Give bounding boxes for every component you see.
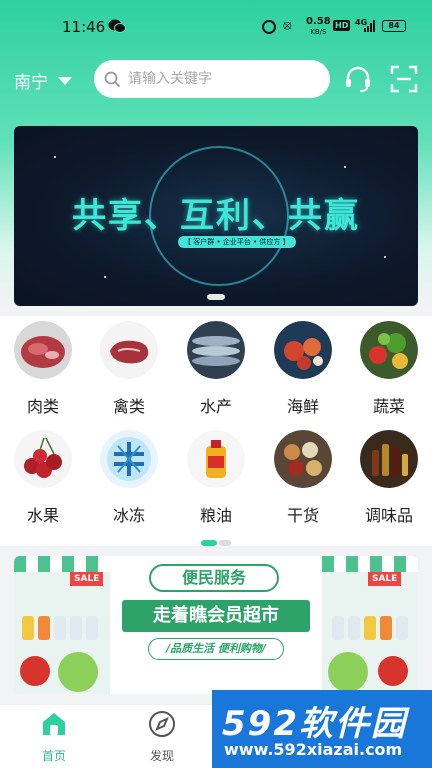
- hd-badge: HD: [333, 20, 351, 31]
- category-meat[interactable]: 肉类: [3, 321, 83, 417]
- discover-icon: [149, 711, 175, 737]
- category-poultry[interactable]: 禽类: [89, 321, 169, 417]
- jar-illustration: [396, 616, 408, 640]
- category-label: 蔬菜: [372, 397, 405, 416]
- category-label: 肉类: [26, 397, 59, 416]
- search-input[interactable]: [128, 71, 318, 87]
- category-seasoning[interactable]: 调味品: [349, 430, 429, 526]
- promo-title: 便民服务: [149, 564, 279, 592]
- search-icon: [104, 71, 120, 87]
- status-time: 11:46: [62, 18, 106, 36]
- category-label: 水果: [26, 506, 59, 525]
- awning-illustration: [322, 556, 418, 572]
- banner-star: [104, 276, 106, 278]
- banner-title: 共享、互利、共赢: [72, 196, 360, 236]
- jar-illustration: [332, 616, 344, 640]
- category-label: 调味品: [364, 506, 413, 525]
- jar-illustration: [22, 616, 34, 640]
- shelf-illustration: SALE: [322, 556, 418, 694]
- home-icon: [43, 713, 65, 735]
- jar-illustration: [38, 616, 50, 640]
- pager-dot-active: [201, 540, 217, 546]
- scan-icon[interactable]: [389, 64, 419, 94]
- banner-star: [384, 256, 386, 258]
- seasoning-image: [360, 430, 418, 488]
- promo-subtitle: /品质生活 便利购物/: [148, 638, 284, 660]
- city-selector[interactable]: 南宁: [14, 68, 72, 93]
- jar-illustration: [348, 616, 360, 640]
- dried-goods-image: [274, 430, 332, 488]
- jar-illustration: [86, 616, 98, 640]
- pager-dot: [219, 540, 231, 546]
- category-grid: 肉类 禽类 水产 海鲜 蔬菜 水果 冰冻 粮油 干货 调味品: [0, 316, 432, 546]
- category-grain-oil[interactable]: 粮油: [176, 430, 256, 526]
- frozen-image: [100, 430, 158, 488]
- tomato-illustration: [20, 656, 50, 686]
- jar-illustration: [54, 616, 66, 640]
- category-pager: [201, 540, 231, 546]
- category-label: 粮油: [199, 506, 232, 525]
- promo-banner[interactable]: 共享、互利、共赢 【 客户群 • 企业平台 • 供应方 】: [14, 126, 418, 306]
- category-dried-goods[interactable]: 干货: [263, 430, 343, 526]
- category-frozen[interactable]: 冰冻: [89, 430, 169, 526]
- seafood-image: [274, 321, 332, 379]
- jar-illustration: [70, 616, 82, 640]
- banner-indicator: [207, 294, 225, 300]
- signal-icon: [364, 20, 375, 32]
- grain-oil-image: [187, 430, 245, 488]
- net-speed-unit: KB/S: [310, 28, 327, 36]
- search-bar[interactable]: [94, 60, 330, 98]
- nav-label: 首页: [41, 749, 66, 763]
- promo-headline: 走着瞧会员超市: [122, 600, 310, 632]
- net-speed-value: 0.58: [306, 16, 331, 27]
- alarm-icon: [262, 20, 276, 34]
- status-bar: 11:46 ⦻ 0.58 KB/S HD 4G 84: [0, 0, 432, 52]
- aquatic-image: [187, 321, 245, 379]
- nav-discover[interactable]: 发现: [132, 709, 192, 764]
- category-seafood[interactable]: 海鲜: [263, 321, 343, 417]
- banner-subtitle: 【 客户群 • 企业平台 • 供应方 】: [178, 236, 296, 248]
- shelf-illustration: SALE: [14, 556, 110, 694]
- tomato-illustration: [378, 656, 408, 686]
- cabbage-illustration: [58, 652, 98, 692]
- category-vegetable[interactable]: 蔬菜: [349, 321, 429, 417]
- headset-icon[interactable]: [343, 64, 373, 94]
- watermark-title: 592软件园: [222, 704, 407, 744]
- banner-star: [54, 156, 56, 158]
- category-label: 水产: [199, 397, 232, 416]
- wechat-icon: [108, 19, 126, 33]
- vegetable-image: [360, 321, 418, 379]
- mute-icon: ⦻: [283, 18, 292, 33]
- jar-illustration: [364, 616, 376, 640]
- category-aquatic[interactable]: 水产: [176, 321, 256, 417]
- nav-home[interactable]: 首页: [24, 709, 84, 764]
- jar-illustration: [380, 616, 392, 640]
- poultry-image: [100, 321, 158, 379]
- sale-tag: SALE: [368, 572, 402, 586]
- site-watermark: 592软件园 www.592xiazai.com: [212, 690, 432, 768]
- awning-illustration: [14, 556, 110, 572]
- category-label: 冰冻: [112, 506, 145, 525]
- battery-icon: 84: [382, 20, 406, 32]
- cabbage-illustration: [328, 652, 368, 692]
- city-label: 南宁: [14, 73, 48, 93]
- chevron-down-icon: [58, 76, 72, 85]
- category-label: 禽类: [112, 397, 145, 416]
- banner-star: [344, 166, 346, 168]
- meat-image: [14, 321, 72, 379]
- category-label: 海鲜: [286, 397, 319, 416]
- category-label: 干货: [286, 506, 319, 525]
- category-fruit[interactable]: 水果: [3, 430, 83, 526]
- sale-tag: SALE: [70, 572, 104, 586]
- promo-card[interactable]: SALE SALE 便民服务 走着瞧会员超市 /品质生活 便利购物/: [14, 556, 418, 694]
- net-speed: 0.58 KB/S: [306, 17, 331, 37]
- watermark-url: www.592xiazai.com: [224, 740, 403, 759]
- fruit-image: [14, 430, 72, 488]
- nav-label: 发现: [149, 749, 174, 763]
